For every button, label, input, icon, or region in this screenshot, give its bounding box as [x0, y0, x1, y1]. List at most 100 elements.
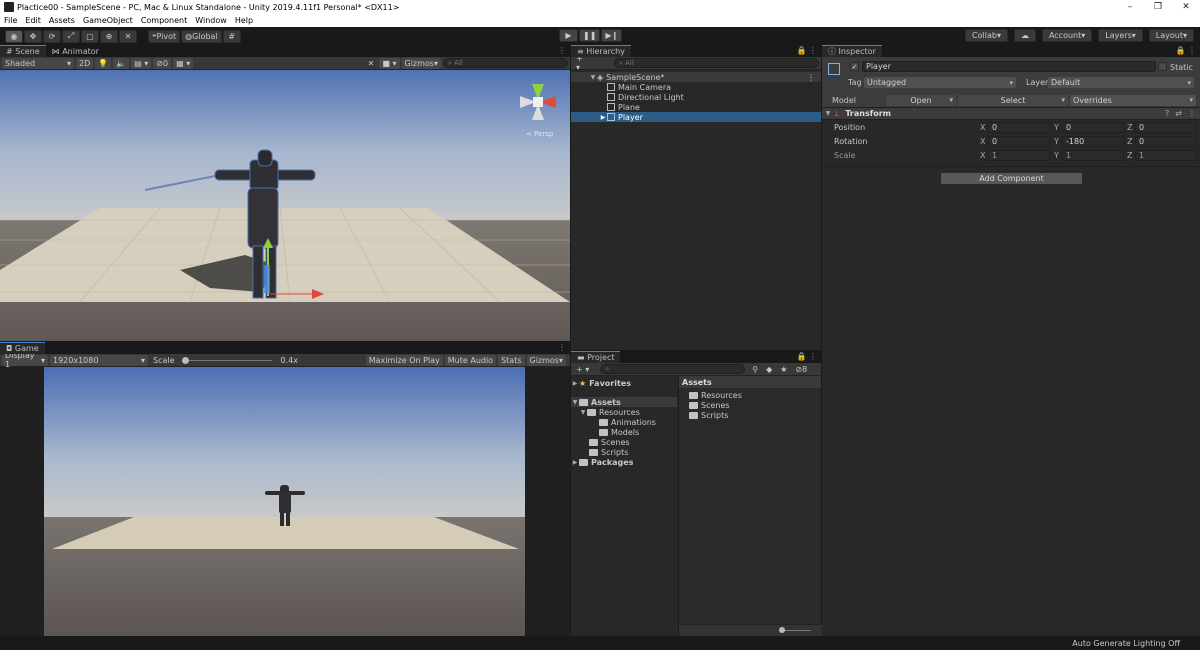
scale-x-field[interactable]: 1 [988, 149, 1050, 161]
scale-y-field[interactable]: 1 [1062, 149, 1124, 161]
menu-edit[interactable]: Edit [25, 16, 41, 25]
display-dropdown[interactable]: Display 1 ▾ [2, 351, 48, 369]
global-toggle[interactable]: ◍ Global [181, 29, 222, 43]
scene-search-input[interactable]: ⌕ All [443, 58, 568, 68]
tree-item-main-camera[interactable]: Main Camera [571, 82, 821, 92]
pause-icon[interactable]: ❚❚ [579, 29, 601, 42]
expand-arrow-icon[interactable]: ▶ [599, 114, 607, 121]
tree-favorites[interactable]: ▶ ★ Favorites [571, 378, 677, 388]
hierarchy-lock-icon[interactable]: 🔒 ⋮ [796, 46, 817, 55]
maximize-button[interactable]: ❐ [1144, 2, 1172, 12]
transform-help-icon[interactable]: ? [1165, 109, 1169, 118]
tree-animations[interactable]: Animations [571, 417, 677, 427]
camera-dropdown-icon[interactable]: ■ ▾ [379, 57, 400, 69]
audio-toggle-icon[interactable]: 🔈 [113, 57, 130, 69]
game-gizmos-dropdown[interactable]: Gizmos ▾ [526, 354, 566, 366]
expand-arrow-icon[interactable]: ▼ [589, 74, 597, 81]
scale-slider-knob[interactable] [181, 356, 189, 364]
object-name-field[interactable]: Player [862, 61, 1156, 72]
transform-component-header[interactable]: ▼ ⟂ Transform ? ⇄ ⋮ [822, 107, 1200, 120]
open-prefab-button[interactable]: Open [886, 94, 956, 106]
list-item-scripts[interactable]: Scripts [679, 410, 821, 420]
inspector-lock-icon[interactable]: 🔒 ⋮ [1175, 46, 1196, 55]
icon-size-slider[interactable] [779, 627, 811, 633]
tab-hierarchy[interactable]: ≡ Hierarchy [571, 45, 631, 57]
position-x-field[interactable]: 0 [988, 121, 1050, 133]
account-dropdown[interactable]: Account ▾ [1041, 29, 1093, 42]
tab-animator[interactable]: ⋈ Animator [45, 45, 105, 57]
tree-item-player[interactable]: ▶ Player [571, 112, 821, 122]
scale-z-field[interactable]: 1 [1135, 149, 1197, 161]
tree-item-plane[interactable]: Plane [571, 102, 821, 112]
tree-item-directional-light[interactable]: Directional Light [571, 92, 821, 102]
2d-toggle[interactable]: 2D [76, 57, 94, 69]
tab-scene[interactable]: # Scene [0, 45, 46, 57]
expand-arrow-icon[interactable]: ▼ [579, 409, 587, 416]
project-lock-icon[interactable]: 🔒 ⋮ [796, 352, 817, 361]
position-y-field[interactable]: 0 [1062, 121, 1124, 133]
expand-arrow-icon[interactable]: ▼ [824, 110, 832, 117]
overrides-dropdown[interactable]: Overrides [1070, 94, 1196, 106]
transform-presets-icon[interactable]: ⇄ [1175, 109, 1182, 118]
lighting-toggle-icon[interactable]: 💡 [95, 57, 112, 69]
tools-icon[interactable]: ✕ [365, 58, 378, 69]
menu-file[interactable]: File [4, 16, 17, 25]
scale-tool-icon[interactable]: ⤢ [62, 29, 80, 43]
stats-toggle[interactable]: Stats [498, 354, 525, 366]
maximize-on-play-toggle[interactable]: Maximize On Play [365, 354, 443, 366]
tree-scenes[interactable]: Scenes [571, 437, 677, 447]
favorites-star-icon[interactable]: ★ [777, 364, 790, 375]
menu-assets[interactable]: Assets [49, 16, 75, 25]
filter-type-icon[interactable]: ⚲ [749, 364, 761, 375]
hidden-packages-toggle[interactable]: ⊘ 8 [792, 364, 810, 375]
icon-size-slider-knob[interactable] [779, 627, 785, 633]
tab-inspector[interactable]: ⓘ Inspector [822, 45, 882, 57]
custom-tool-icon[interactable]: ✕ [119, 29, 137, 43]
persp-label[interactable]: < Persp [526, 130, 554, 138]
list-item-scenes[interactable]: Scenes [679, 400, 821, 410]
pivot-toggle[interactable]: ⌖ Pivot [148, 29, 181, 43]
scene-gizmos-dropdown[interactable]: Gizmos ▾ [401, 57, 441, 69]
resolution-dropdown[interactable]: 1920x1080 ▾ [50, 354, 148, 366]
tree-resources[interactable]: ▼ Resources [571, 407, 677, 417]
position-z-field[interactable]: 0 [1135, 121, 1197, 133]
scene-menu-icon[interactable]: ⋮ [807, 73, 815, 82]
expand-arrow-icon[interactable]: ▶ [571, 380, 579, 387]
game-viewport[interactable] [44, 367, 525, 636]
grid-snap-icon[interactable]: # [222, 29, 241, 43]
tab-project[interactable]: ▬ Project [571, 351, 621, 363]
active-checkbox[interactable]: ✓ [850, 62, 859, 71]
rotation-y-field[interactable]: -180 [1062, 135, 1124, 147]
tree-assets[interactable]: ▼ Assets [571, 397, 677, 407]
expand-arrow-icon[interactable]: ▶ [571, 459, 579, 466]
hidden-objects-toggle[interactable]: ⊘ 0 [153, 57, 172, 69]
layer-dropdown[interactable]: Default [1048, 77, 1194, 88]
mute-audio-toggle[interactable]: Mute Audio [444, 354, 497, 366]
menu-component[interactable]: Component [141, 16, 187, 25]
project-search-input[interactable]: ⌕ [600, 364, 746, 374]
shading-mode-dropdown[interactable]: Shaded ▾ [2, 57, 74, 69]
tree-scripts[interactable]: Scripts [571, 447, 677, 457]
menu-help[interactable]: Help [235, 16, 253, 25]
close-button[interactable]: ✕ [1172, 2, 1200, 12]
move-tool-icon[interactable]: ✥ [24, 29, 42, 43]
hierarchy-search-input[interactable]: ⌕ All [613, 58, 819, 68]
scene-panel-menu-icon[interactable]: ⋮ [558, 46, 566, 55]
menu-gameobject[interactable]: GameObject [83, 16, 133, 25]
rotate-tool-icon[interactable]: ⟳ [43, 29, 61, 43]
collab-button[interactable]: Collab ▾ [965, 29, 1008, 42]
cloud-icon[interactable]: ☁ [1013, 29, 1036, 42]
layers-dropdown[interactable]: Layers ▾ [1098, 29, 1143, 42]
filter-label-icon[interactable]: ◆ [763, 364, 775, 375]
expand-arrow-icon[interactable]: ▼ [571, 399, 579, 406]
transform-menu-icon[interactable]: ⋮ [1188, 109, 1196, 118]
list-item-resources[interactable]: Resources [679, 390, 821, 400]
grid-toggle-icon[interactable]: ▦ ▾ [173, 57, 194, 69]
static-checkbox[interactable] [1158, 62, 1167, 71]
tab-game[interactable]: ◘ Game [0, 342, 45, 354]
hierarchy-create-button[interactable]: + ▾ [573, 54, 592, 72]
rect-tool-icon[interactable]: ▢ [81, 29, 99, 43]
step-icon[interactable]: ▶❙ [601, 29, 623, 42]
lighting-status[interactable]: Auto Generate Lighting Off [1072, 639, 1180, 648]
select-prefab-button[interactable]: Select [958, 94, 1068, 106]
